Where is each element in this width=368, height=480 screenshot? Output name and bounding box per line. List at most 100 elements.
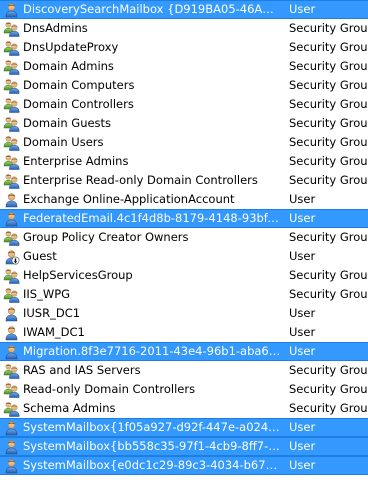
group-icon [3,229,20,246]
list-item[interactable]: Schema Admins Security Group [0,399,368,418]
list-item[interactable]: Enterprise Read-only Domain Controllers S… [0,171,368,190]
object-type: User [289,249,316,263]
object-name: IWAM_DC1 [23,325,85,339]
list-item[interactable]: DnsAdmins Security Group [0,19,368,38]
list-item[interactable]: SystemMailbox{bb558c35-97f1-4cb9-8ff7-d5… [0,437,368,456]
user-icon [3,191,20,208]
object-name: Enterprise Admins [23,154,129,168]
object-type: Security Group [289,59,368,73]
object-name: Exchange Online-ApplicationAccount [23,192,235,206]
object-type: Security Group [289,154,368,168]
list-item[interactable]: Exchange Online-ApplicationAccount User [0,190,368,209]
user-icon [3,324,20,341]
object-type: Security Group [289,135,368,149]
list-item[interactable]: HelpServicesGroup Security Group [0,266,368,285]
group-icon [3,267,20,284]
object-name: Enterprise Read-only Domain Controllers [23,173,258,187]
object-name: Domain Guests [23,116,112,130]
object-type: Security Group [289,21,368,35]
object-type: Security Group [289,78,368,92]
object-name: SystemMailbox{bb558c35-97f1-4cb9-8ff7-d5… [23,439,281,453]
object-type: Security Group [289,363,368,377]
object-type: User [289,420,316,434]
list-item[interactable]: SystemMailbox{1f05a927-d92f-447e-a024-1f… [0,418,368,437]
user-icon [3,457,20,474]
object-name: DnsUpdateProxy [23,40,119,54]
object-name: IIS_WPG [23,287,71,301]
group-icon [3,286,20,303]
object-type: User [289,458,316,472]
object-type: Security Group [289,401,368,415]
list-item[interactable]: FederatedEmail.4c1f4d8b-8179-4148-93bf-0… [0,209,368,228]
object-type: Security Group [289,97,368,111]
group-icon [3,172,20,189]
list-item[interactable]: IWAM_DC1 User [0,323,368,342]
object-type: Security Group [289,116,368,130]
object-name: DnsAdmins [23,21,88,35]
object-name: Guest [23,249,57,263]
object-type: Security Group [289,173,368,187]
list-item[interactable]: Read-only Domain Controllers Security Gro… [0,380,368,399]
object-type: Security Group [289,40,368,54]
group-icon [3,362,20,379]
object-name: Domain Computers [23,78,135,92]
list-item[interactable]: DiscoverySearchMailbox {D919BA05-46A6-41… [0,0,368,19]
list-item[interactable]: Enterprise Admins Security Group [0,152,368,171]
object-name: Domain Users [23,135,104,149]
object-type: Security Group [289,382,368,396]
ad-object-list: DiscoverySearchMailbox {D919BA05-46A6-41… [0,0,368,475]
user-icon [3,343,20,360]
object-name: Group Policy Creator Owners [23,230,189,244]
object-type: User [289,439,316,453]
list-item[interactable]: Domain Computers Security Group [0,76,368,95]
object-name: Read-only Domain Controllers [23,382,196,396]
user-disabled-icon [3,248,20,265]
object-name: RAS and IAS Servers [23,363,141,377]
list-item[interactable]: Migration.8f3e7716-2011-43e4-96b1-aba62d… [0,342,368,361]
object-type: Security Group [289,230,368,244]
list-item[interactable]: IIS_WPG Security Group [0,285,368,304]
group-icon [3,400,20,417]
object-name: IUSR_DC1 [23,306,81,320]
group-icon [3,134,20,151]
object-type: User [289,192,316,206]
object-type: User [289,325,316,339]
object-type: Security Group [289,287,368,301]
list-item[interactable]: RAS and IAS Servers Security Group [0,361,368,380]
object-name: DiscoverySearchMailbox {D919BA05-46A6-41… [23,2,281,16]
user-icon [3,210,20,227]
list-item[interactable]: Domain Admins Security Group [0,57,368,76]
group-icon [3,58,20,75]
object-type: User [289,211,316,225]
list-item[interactable]: SystemMailbox{e0dc1c29-89c3-4034-b678-e6… [0,456,368,475]
user-icon [3,419,20,436]
list-item[interactable]: Domain Guests Security Group [0,114,368,133]
list-item[interactable]: Group Policy Creator Owners Security Grou… [0,228,368,247]
group-icon [3,381,20,398]
object-type: User [289,344,316,358]
user-icon [3,305,20,322]
user-icon [3,438,20,455]
object-type: User [289,2,316,16]
object-type: Security Group [289,268,368,282]
object-name: SystemMailbox{1f05a927-d92f-447e-a024-1f… [23,420,281,434]
list-item[interactable]: Domain Users Security Group [0,133,368,152]
object-name: SystemMailbox{e0dc1c29-89c3-4034-b678-e6… [23,458,281,472]
group-icon [3,115,20,132]
list-item[interactable]: DnsUpdateProxy Security Group [0,38,368,57]
list-item[interactable]: Guest User [0,247,368,266]
group-icon [3,39,20,56]
list-item[interactable]: Domain Controllers Security Group [0,95,368,114]
group-icon [3,96,20,113]
user-icon [3,1,20,18]
object-name: FederatedEmail.4c1f4d8b-8179-4148-93bf-0… [23,211,281,225]
object-name: Domain Controllers [23,97,134,111]
object-name: Schema Admins [23,401,116,415]
object-type: User [289,306,316,320]
object-name: Migration.8f3e7716-2011-43e4-96b1-aba62d… [23,344,281,358]
group-icon [3,20,20,37]
list-item[interactable]: IUSR_DC1 User [0,304,368,323]
group-icon [3,153,20,170]
group-icon [3,77,20,94]
object-name: HelpServicesGroup [23,268,133,282]
